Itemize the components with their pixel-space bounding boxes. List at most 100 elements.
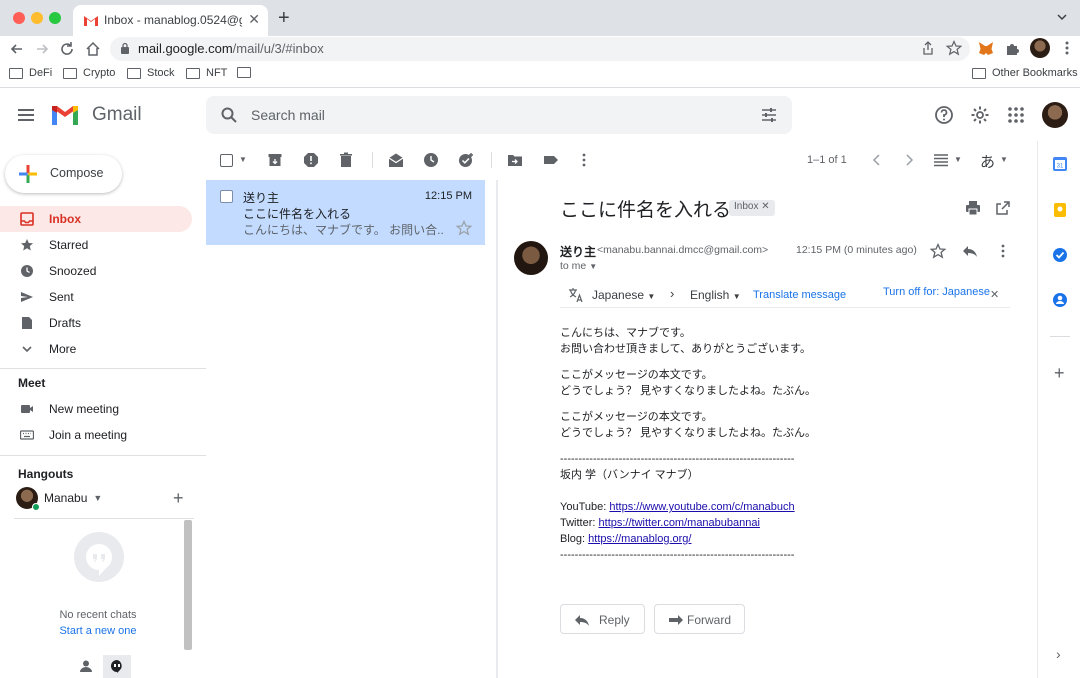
tab-search-chevron-icon[interactable] [1056, 11, 1068, 23]
translate-message-link[interactable]: Translate message [753, 289, 846, 301]
keep-icon[interactable] [1052, 202, 1068, 218]
back-icon[interactable] [8, 40, 26, 58]
browser-profile-avatar[interactable] [1030, 38, 1050, 58]
search-icon[interactable] [220, 106, 238, 124]
main-menu-icon[interactable] [18, 109, 34, 121]
omnibox[interactable]: mail.google.com/mail/u/3/#inbox [110, 37, 970, 61]
turn-off-translation-link[interactable]: Turn off for: Japanese [883, 286, 990, 298]
input-tools-dropdown-icon[interactable]: ▼ [1000, 155, 1008, 164]
settings-gear-icon[interactable] [970, 105, 990, 125]
inbox-label-chip[interactable]: Inbox ✕ [729, 200, 775, 216]
reply-button[interactable]: Reply [560, 604, 645, 634]
older-chevron-right-icon[interactable] [901, 152, 917, 168]
delete-icon[interactable] [338, 152, 354, 168]
target-language-text: English [690, 288, 730, 302]
start-new-chat-link[interactable]: Start a new one [0, 625, 196, 637]
search-options-icon[interactable] [760, 106, 778, 124]
sidebar-item-drafts[interactable]: Drafts [0, 310, 192, 336]
browser-tab[interactable]: Inbox - manablog.0524@gmail ✕ [73, 5, 268, 36]
list-item[interactable]: 送り主 12:15 PM ここに件名を入れる こんにちは、マナブです。 お問い合… [206, 180, 485, 245]
metamask-extension-icon[interactable] [977, 39, 995, 57]
sidebar-item-more[interactable]: More [0, 336, 192, 362]
row-checkbox[interactable] [220, 190, 233, 203]
hangouts-tab-active[interactable] [103, 655, 131, 678]
newer-chevron-left-icon[interactable] [869, 152, 885, 168]
show-side-panel-chevron-icon[interactable]: › [1056, 646, 1061, 662]
tasks-icon[interactable] [1052, 247, 1068, 263]
twitter-label: Twitter: [560, 517, 596, 529]
bookmark-defi[interactable]: DeFi [9, 67, 52, 79]
calendar-icon[interactable]: 31 [1052, 156, 1068, 172]
get-addons-plus-icon[interactable]: + [1054, 363, 1065, 384]
sidebar-item-starred[interactable]: Starred [0, 232, 192, 258]
home-icon[interactable] [84, 40, 102, 58]
keyboard-icon [20, 430, 34, 440]
print-icon[interactable] [965, 200, 981, 216]
input-tools-icon[interactable]: あ [980, 151, 995, 172]
sidebar-item-snoozed[interactable]: Snoozed [0, 258, 192, 284]
select-all-checkbox[interactable] [220, 154, 233, 167]
blog-link[interactable]: https://manablog.org/ [588, 533, 691, 545]
extensions-puzzle-icon[interactable] [1004, 39, 1022, 57]
sidebar-item-inbox[interactable]: Inbox [0, 206, 192, 232]
sender-avatar[interactable] [514, 241, 548, 275]
bookmark-nft[interactable]: NFT [186, 67, 227, 79]
join-meeting-item[interactable]: Join a meeting [0, 422, 192, 448]
recipients-toggle[interactable]: to me ▼ [560, 260, 597, 272]
split-pane-dropdown-icon[interactable]: ▼ [954, 155, 962, 164]
share-icon[interactable] [920, 40, 936, 56]
gmail-logo-icon[interactable] [50, 104, 80, 126]
archive-icon[interactable] [267, 152, 283, 168]
new-tab-button[interactable]: + [278, 8, 290, 28]
snooze-clock-icon[interactable] [423, 152, 439, 168]
more-options-icon[interactable] [576, 152, 592, 168]
other-bookmarks[interactable]: Other Bookmarks [972, 67, 1078, 79]
account-avatar[interactable] [1042, 102, 1068, 128]
forward-button[interactable]: Forward [654, 604, 745, 634]
browser-menu-icon[interactable] [1058, 39, 1076, 57]
bookmark-unnamed-folder[interactable] [237, 67, 251, 78]
move-to-icon[interactable] [507, 152, 523, 168]
help-icon[interactable] [934, 105, 954, 125]
contacts-person-icon[interactable] [79, 659, 93, 673]
compose-button[interactable]: Compose [5, 155, 122, 193]
select-dropdown-icon[interactable]: ▼ [239, 155, 247, 164]
window-close-button[interactable] [13, 12, 25, 24]
source-language-select[interactable]: Japanese ▼ [592, 288, 655, 302]
add-to-tasks-icon[interactable] [458, 152, 474, 168]
hangouts-user[interactable]: Manabu ▼ [16, 487, 102, 511]
add-chat-icon[interactable]: + [173, 488, 184, 509]
message-more-icon[interactable] [995, 243, 1011, 259]
search-bar[interactable]: Search mail [206, 96, 792, 134]
split-pane-toggle-icon[interactable] [933, 152, 949, 168]
twitter-line: Twitter: https://twitter.com/manabubanna… [560, 515, 816, 531]
open-in-new-window-icon[interactable] [995, 200, 1011, 216]
hangouts-scrollbar[interactable] [184, 520, 192, 650]
new-meeting-item[interactable]: New meeting [0, 396, 192, 422]
reload-icon[interactable] [58, 40, 76, 58]
tab-close-icon[interactable]: ✕ [248, 11, 260, 28]
label-icon[interactable] [543, 152, 559, 168]
mark-as-read-icon[interactable] [388, 152, 404, 168]
close-translate-icon[interactable]: ✕ [990, 288, 999, 301]
window-zoom-button[interactable] [49, 12, 61, 24]
sidebar-item-sent[interactable]: Sent [0, 284, 192, 310]
forward-icon[interactable] [33, 40, 51, 58]
remove-label-icon[interactable]: ✕ [761, 201, 769, 212]
star-message-icon[interactable] [930, 243, 946, 259]
youtube-link[interactable]: https://www.youtube.com/c/manabuch [609, 501, 794, 513]
reply-icon[interactable] [962, 243, 978, 259]
clock-icon [21, 265, 33, 277]
google-apps-icon[interactable] [1006, 105, 1026, 125]
bookmark-stock[interactable]: Stock [127, 67, 175, 79]
twitter-link[interactable]: https://twitter.com/manabubannai [599, 517, 760, 529]
search-input[interactable]: Search mail [251, 107, 325, 123]
window-minimize-button[interactable] [31, 12, 43, 24]
chevron-right-icon: › [670, 286, 675, 301]
bookmark-star-icon[interactable] [946, 40, 962, 56]
target-language-select[interactable]: English ▼ [690, 288, 741, 302]
contacts-icon[interactable] [1052, 292, 1068, 308]
row-star-icon[interactable] [456, 220, 472, 236]
report-spam-icon[interactable] [303, 152, 319, 168]
bookmark-crypto[interactable]: Crypto [63, 67, 115, 79]
